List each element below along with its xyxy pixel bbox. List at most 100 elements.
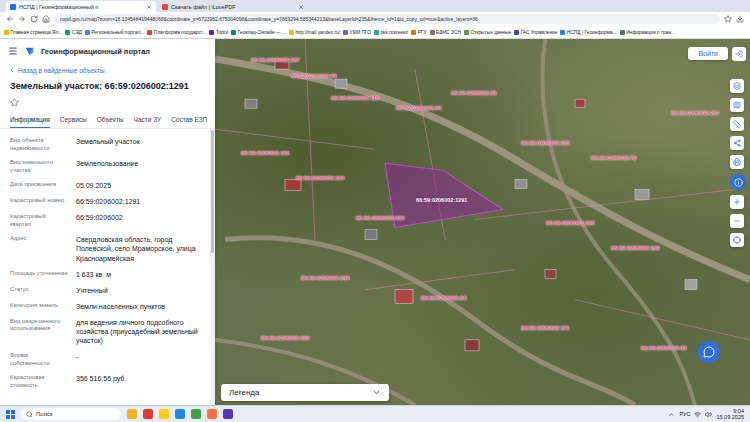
scrollbar[interactable] bbox=[210, 129, 215, 405]
reload-icon[interactable] bbox=[30, 15, 38, 23]
parcel-label[interactable]: 66:59:0206002:244 bbox=[300, 275, 350, 281]
volume-icon[interactable] bbox=[705, 411, 712, 418]
portal-logo-icon bbox=[24, 46, 35, 57]
parcel-label[interactable]: 66:59:0206002:134 bbox=[295, 175, 345, 181]
info-button[interactable] bbox=[730, 174, 746, 190]
bookmark[interactable]: ЕФИС ЗСН bbox=[430, 30, 461, 35]
info-tab[interactable]: Объекты bbox=[97, 111, 124, 128]
parcel-label[interactable]: 66:59:0206002:151 bbox=[240, 150, 290, 156]
field-label: Категория земель bbox=[10, 302, 68, 311]
forward-icon[interactable] bbox=[18, 15, 26, 23]
parcel-label[interactable]: 66:59:0206002:189 bbox=[610, 245, 660, 251]
taskbar-app-icon[interactable] bbox=[223, 409, 233, 419]
parcel-label[interactable]: 66:59:0206002:72 bbox=[590, 155, 637, 161]
taskbar-app-icon[interactable] bbox=[191, 409, 201, 419]
bookmark-icon bbox=[231, 30, 236, 35]
taskbar-app-icon[interactable] bbox=[175, 409, 185, 419]
start-icon[interactable] bbox=[6, 410, 15, 419]
parcel-label[interactable]: 66:59:0206002:108 bbox=[520, 140, 570, 146]
parcel-label[interactable]: 66:59:0206002:232 bbox=[355, 215, 405, 221]
system-tray: РУС 9:0415.09.2025 bbox=[668, 408, 744, 421]
locate-button[interactable] bbox=[730, 233, 744, 247]
parcel-label[interactable]: 66:59:0206002:99 bbox=[290, 73, 337, 79]
browser-tab-strip: НСПД | Геоинформационный пСкачать файл |… bbox=[0, 0, 750, 12]
info-tab[interactable]: Информация bbox=[10, 111, 50, 128]
field-label: Вид объекта недвижимости bbox=[10, 137, 68, 152]
clock[interactable]: 9:0415.09.2025 bbox=[716, 408, 744, 421]
zoom-out-button[interactable] bbox=[730, 214, 744, 228]
field-value: Учтенный bbox=[76, 286, 204, 295]
bookmark[interactable]: Геоклад-Онлайн — ... bbox=[231, 30, 286, 35]
language-indicator[interactable]: РУС bbox=[679, 411, 690, 417]
browser-tab[interactable]: НСПД | Геоинформационный п bbox=[6, 1, 156, 12]
close-icon[interactable] bbox=[298, 4, 304, 10]
browser-tab[interactable]: Скачать файл | iLovePDF bbox=[158, 1, 308, 12]
taskbar-app-icon[interactable] bbox=[207, 409, 217, 419]
bookmarks-bar: Главная страница Ял...СЭД Региональный по… bbox=[0, 26, 750, 39]
field-label: Адрес bbox=[10, 235, 68, 262]
close-icon[interactable] bbox=[146, 4, 152, 10]
parcel-label[interactable]: 66:59:0206002:84 bbox=[420, 295, 467, 301]
bookmark[interactable]: Главная страница Ял... bbox=[4, 30, 62, 35]
bookmark[interactable]: УМИ ПГО bbox=[343, 30, 371, 35]
bookmark-star-icon[interactable] bbox=[724, 15, 732, 23]
zoom-in-button[interactable] bbox=[730, 195, 744, 209]
back-link[interactable]: Назад в найденные объекты bbox=[0, 63, 215, 77]
parcel-label[interactable]: 66:59:0206002:1291 bbox=[415, 197, 468, 203]
bookmark[interactable]: http://mail.yandex.ru/ bbox=[289, 30, 340, 35]
info-tabs: Информация Сервисы Объекты Части ЗУ Состав Е… bbox=[0, 111, 215, 129]
taskbar-search[interactable]: Поиск bbox=[21, 408, 121, 420]
bookmark[interactable]: Платформа государст... bbox=[147, 30, 206, 35]
parcel-label[interactable]: 66:59:0206002:110 bbox=[330, 95, 380, 101]
favorite-star-icon[interactable] bbox=[10, 98, 19, 107]
bookmark[interactable]: НСПД | Геоинформа... bbox=[560, 30, 616, 35]
print-button[interactable] bbox=[730, 155, 744, 169]
parcel-label[interactable]: 66:59:0206002:257 bbox=[670, 110, 720, 116]
parcel-label[interactable]: 66:59:0206002:93 bbox=[640, 345, 687, 351]
back-icon[interactable] bbox=[6, 15, 14, 23]
parcel-label[interactable]: 66:59:0206002:156 bbox=[545, 220, 595, 226]
share-button[interactable] bbox=[730, 136, 744, 150]
field-value: - bbox=[76, 352, 204, 367]
bookmark[interactable]: Торги bbox=[209, 30, 228, 35]
login-button[interactable]: Войти bbox=[688, 47, 728, 60]
basemap-button[interactable] bbox=[730, 98, 744, 112]
bookmark[interactable]: Открытые данные bbox=[464, 30, 511, 35]
layers-button[interactable] bbox=[730, 79, 744, 93]
bookmark[interactable]: ГАС Управление bbox=[514, 30, 557, 35]
login-icon-button[interactable] bbox=[732, 47, 746, 61]
parcel-label[interactable]: 66:59:0206002:210 bbox=[260, 335, 310, 341]
home-icon[interactable] bbox=[42, 15, 50, 23]
chat-button[interactable] bbox=[698, 341, 720, 363]
taskbar-app-icon[interactable] bbox=[143, 409, 153, 419]
menu-icon[interactable] bbox=[8, 46, 18, 56]
bookmark[interactable]: РГУ bbox=[411, 30, 426, 35]
download-icon[interactable] bbox=[736, 15, 744, 23]
legend-bar[interactable]: Легенда bbox=[221, 384, 389, 401]
scrollbar-thumb[interactable] bbox=[211, 130, 214, 253]
taskbar-app-icon[interactable] bbox=[127, 409, 137, 419]
map[interactable]: 66:59:0206002:127 66:59:0206002:99 66:59:0… bbox=[215, 39, 750, 405]
main: Геоинформационный порталНазад в найденны… bbox=[0, 39, 750, 405]
wifi-icon[interactable] bbox=[694, 411, 701, 418]
bookmark[interactable]: pkk.rosreestr bbox=[374, 30, 408, 35]
info-tab[interactable]: Сервисы bbox=[60, 111, 87, 128]
info-tab[interactable]: Части ЗУ bbox=[134, 111, 162, 128]
field-label: Кадастровая стоимость bbox=[10, 374, 68, 389]
info-tab[interactable]: Состав ЕЗП bbox=[171, 111, 207, 128]
field-value: Землепользование bbox=[76, 159, 204, 174]
measure-button[interactable] bbox=[730, 117, 744, 131]
taskbar: Поиск РУС 9:0415.09.2025 bbox=[0, 405, 750, 422]
parcel-label[interactable]: 66:59:0206002:33 bbox=[450, 90, 497, 96]
address-field[interactable]: nspd.gov.ru/map?zoom=18.134548419448068&… bbox=[54, 14, 720, 24]
parcel-label[interactable]: 66:59:0206002:171 bbox=[520, 325, 570, 331]
bookmark[interactable]: Информация о тран... bbox=[620, 30, 675, 35]
bookmark[interactable]: СЭД bbox=[65, 30, 81, 35]
taskbar-app-icon[interactable] bbox=[159, 409, 169, 419]
parcel-label[interactable]: 66:59:0206002:127 bbox=[250, 57, 300, 63]
parcel-label[interactable]: 66:59:0206002:64 bbox=[395, 105, 442, 111]
bookmark[interactable]: Региональный портал... bbox=[85, 30, 144, 35]
favorite-row bbox=[0, 95, 215, 111]
field-value: 66:59:0206002 bbox=[76, 213, 204, 228]
chevron-up-icon[interactable] bbox=[668, 411, 675, 418]
